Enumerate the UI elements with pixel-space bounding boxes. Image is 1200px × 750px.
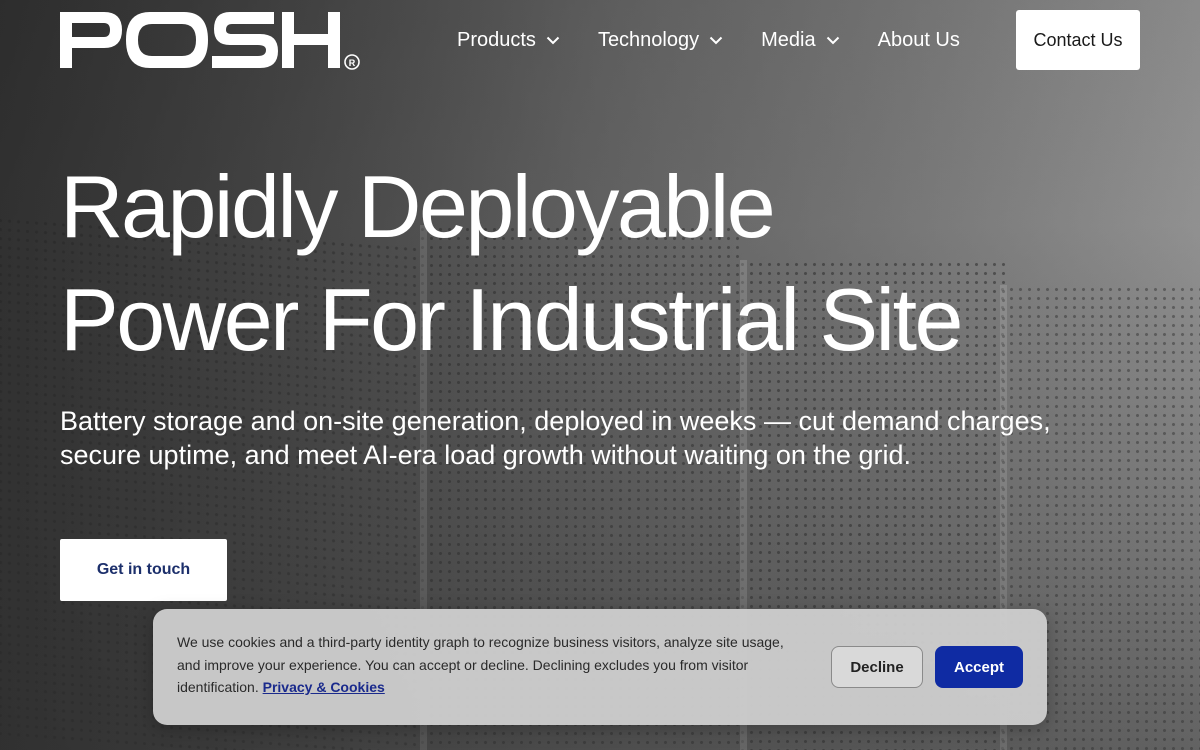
posh-logo[interactable]: R: [60, 10, 360, 72]
cookie-message-line-last: identification. Privacy & Cookies: [177, 676, 807, 699]
main-nav: Products Technology Media About Us: [457, 10, 960, 70]
svg-text:R: R: [349, 58, 356, 68]
hero-subtitle-line: Battery storage and on-site generation, …: [60, 406, 1051, 436]
decline-button[interactable]: Decline: [831, 646, 923, 688]
chevron-down-icon: [709, 36, 723, 45]
privacy-cookies-link[interactable]: Privacy & Cookies: [263, 679, 385, 695]
cookie-message-line: identification.: [177, 679, 259, 695]
nav-item-label: Products: [457, 28, 536, 51]
hero-subtitle-line: secure uptime, and meet AI-era load grow…: [60, 440, 911, 470]
accept-button[interactable]: Accept: [935, 646, 1023, 688]
hero-title-line: Rapidly Deployable: [60, 157, 776, 256]
nav-item-label: Media: [761, 28, 816, 51]
cookie-message-line: and improve your experience. You can acc…: [177, 656, 749, 673]
nav-item-about-us[interactable]: About Us: [878, 29, 960, 52]
site-header: R Products Technology Media About Us Con…: [0, 0, 1200, 80]
nav-item-media[interactable]: Media: [761, 29, 839, 52]
contact-us-button[interactable]: Contact Us: [1016, 10, 1140, 70]
nav-item-label: About Us: [877, 28, 960, 51]
cookie-banner: We use cookies and a third-party identit…: [153, 609, 1047, 725]
cookie-message-line: We use cookies and a third-party identit…: [177, 634, 784, 650]
nav-item-products[interactable]: Products: [457, 29, 560, 52]
chevron-down-icon: [546, 36, 560, 45]
hero-title-line: Power For Industrial Site: [60, 270, 964, 369]
get-in-touch-button[interactable]: Get in touch: [60, 539, 227, 601]
nav-item-technology[interactable]: Technology: [598, 29, 723, 52]
nav-item-label: Technology: [597, 28, 700, 51]
cookie-message: We use cookies and a third-party identit…: [177, 631, 807, 699]
hero-subtitle: Battery storage and on-site generation, …: [60, 404, 1140, 472]
chevron-down-icon: [826, 36, 840, 45]
hero-title: Rapidly Deployable Power For Industrial …: [60, 150, 1060, 376]
posh-logo-mark: R: [60, 12, 360, 70]
